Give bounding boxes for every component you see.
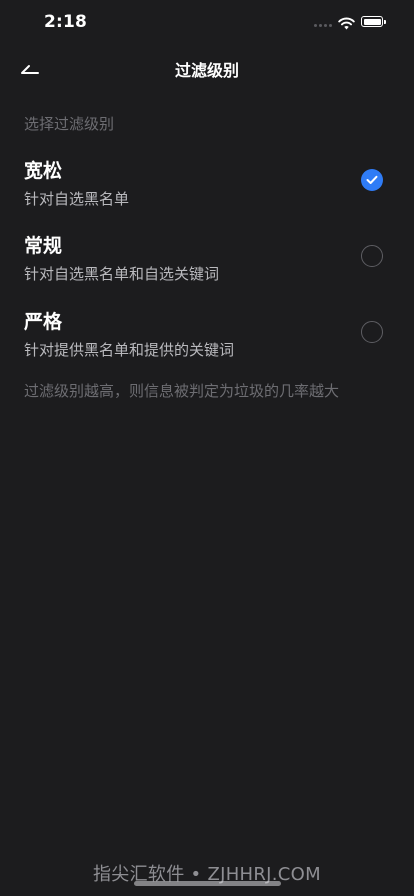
battery-icon [361,16,386,27]
option-description: 针对自选黑名单 [24,190,130,208]
radio-selected-check-icon[interactable] [361,169,383,191]
footer-note: 过滤级别越高，则信息被判定为垃圾的几率越大 [24,382,340,400]
section-header: 选择过滤级别 [24,115,115,133]
cellular-signal-icon [314,24,332,27]
navigation-bar: 过滤级别 [0,46,414,90]
option-title: 常规 [24,235,63,257]
option-description: 针对提供黑名单和提供的关键词 [24,341,235,359]
option-strict[interactable]: 严格 针对提供黑名单和提供的关键词 [0,307,414,379]
radio-unselected-icon[interactable] [361,321,383,343]
page-title: 过滤级别 [174,61,239,80]
option-normal[interactable]: 常规 针对自选黑名单和自选关键词 [0,231,414,303]
option-title: 宽松 [24,160,63,182]
home-indicator[interactable] [134,881,281,886]
radio-unselected-icon[interactable] [361,245,383,267]
status-time: 2:18 [44,12,88,32]
option-lenient[interactable]: 宽松 针对自选黑名单 [0,156,414,228]
status-bar: 2:18 [0,0,414,46]
wifi-icon [338,15,355,34]
option-title: 严格 [24,311,63,333]
option-description: 针对自选黑名单和自选关键词 [24,265,220,283]
